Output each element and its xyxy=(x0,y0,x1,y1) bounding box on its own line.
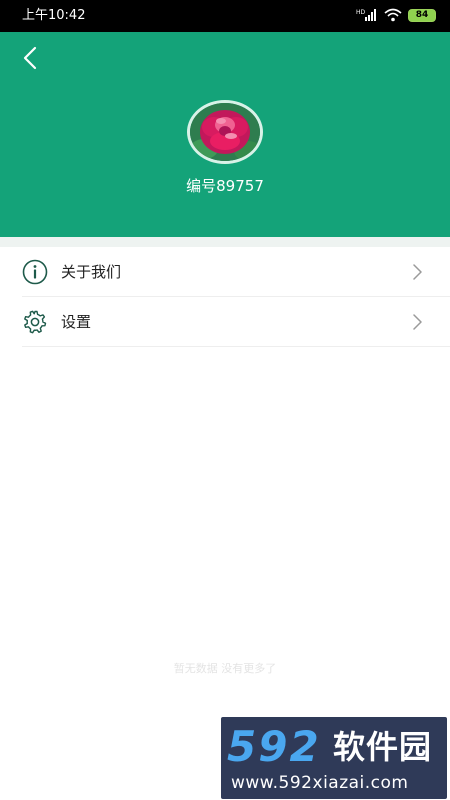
battery-icon: 84 xyxy=(408,8,436,22)
watermark-number: 592 xyxy=(227,722,321,771)
section-divider xyxy=(0,237,450,247)
empty-hint-text: 暂无数据 没有更多了 xyxy=(173,662,277,675)
peony-flower-image xyxy=(190,103,260,161)
signal-icon: HD xyxy=(356,9,376,21)
profile-header: 编号89757 xyxy=(0,32,450,237)
wifi-icon xyxy=(384,8,402,22)
menu-item-label: 关于我们 xyxy=(61,263,122,281)
menu-item-label: 设置 xyxy=(61,313,92,331)
back-button[interactable] xyxy=(16,44,44,72)
chevron-left-icon xyxy=(23,46,37,70)
menu-item-about-us[interactable]: 关于我们 xyxy=(22,247,450,297)
watermark-url: www.592xiazai.com xyxy=(231,773,409,793)
info-icon xyxy=(22,259,48,285)
watermark-logo: 592 软件园 www.592xiazai.com xyxy=(221,717,447,799)
gear-icon xyxy=(22,309,48,335)
status-bar: 上午10:42 HD 84 xyxy=(0,0,450,32)
status-time: 上午10:42 xyxy=(22,8,86,23)
status-icons: HD 84 xyxy=(356,8,436,22)
menu-list: 关于我们 设置 xyxy=(0,247,450,347)
username: 编号89757 xyxy=(186,177,264,195)
battery-level: 84 xyxy=(415,9,429,20)
chevron-right-icon xyxy=(410,313,424,331)
avatar[interactable] xyxy=(187,100,263,164)
menu-item-settings[interactable]: 设置 xyxy=(22,297,450,347)
watermark-brand: 软件园 xyxy=(333,728,433,766)
svg-text:HD: HD xyxy=(356,9,366,16)
chevron-right-icon xyxy=(410,263,424,281)
